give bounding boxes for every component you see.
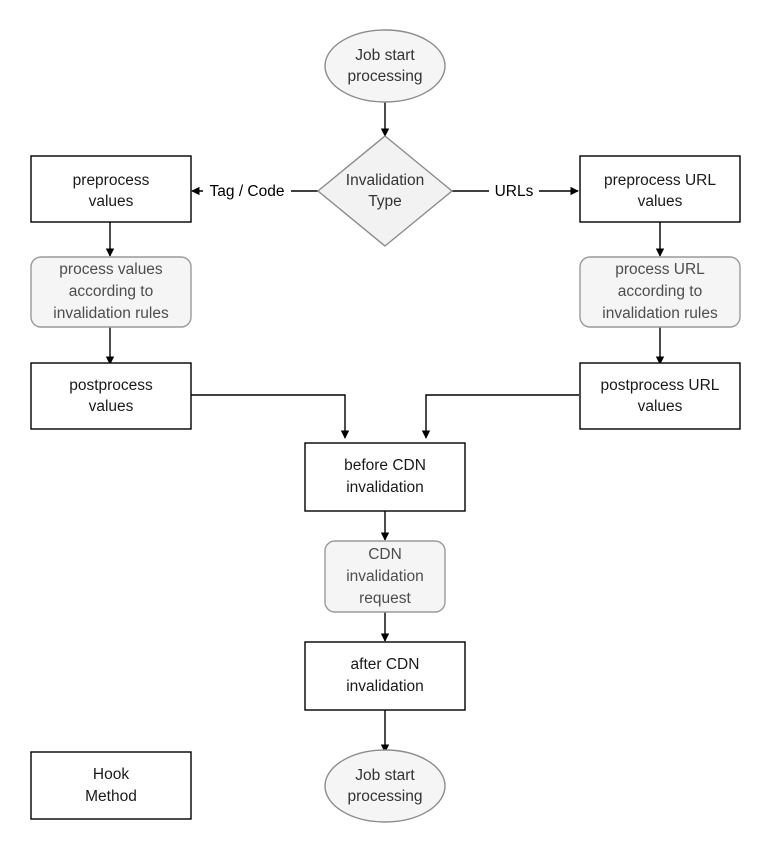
process-url-label-line2: according to <box>618 283 702 300</box>
decision-diamond <box>316 135 454 247</box>
postprocess-values-label-line2: values <box>89 398 134 415</box>
node-preprocess-values[interactable]: preprocess values <box>30 155 192 223</box>
node-process-url-hook[interactable]: process URL according to invalidation ru… <box>579 256 741 328</box>
preprocess-values-label-line2: values <box>89 193 134 210</box>
node-before-cdn-invalidation[interactable]: before CDN invalidation <box>304 442 466 512</box>
start-ellipse <box>324 29 446 103</box>
node-postprocess-values[interactable]: postprocess values <box>30 362 192 430</box>
node-after-cdn-invalidation[interactable]: after CDN invalidation <box>304 641 466 711</box>
edge-label-urls: URLs <box>495 183 534 200</box>
legend-method-label-line2: Method <box>85 788 137 805</box>
cdn-request-label-line2: invalidation <box>346 568 424 585</box>
before-cdn-rect <box>304 442 466 512</box>
node-preprocess-url-values[interactable]: preprocess URL values <box>579 155 741 223</box>
node-postprocess-url-values[interactable]: postprocess URL values <box>579 362 741 430</box>
before-cdn-label-line1: before CDN <box>344 457 426 474</box>
decision-label-line1: Invalidation <box>346 172 424 189</box>
process-values-label-line1: process values <box>59 261 163 278</box>
node-invalidation-type-decision[interactable]: Invalidation Type <box>316 135 454 247</box>
preprocess-values-label-line1: preprocess <box>73 172 150 189</box>
cdn-request-label-line1: CDN <box>368 546 402 563</box>
node-process-values-hook[interactable]: process values according to invalidation… <box>30 256 192 328</box>
start-label-line2: processing <box>348 68 423 85</box>
legend-hook-method: Hook Method <box>30 751 192 820</box>
preprocess-url-values-label-line1: preprocess URL <box>604 172 716 189</box>
after-cdn-label-line1: after CDN <box>351 656 420 673</box>
process-url-label-line1: process URL <box>615 261 705 278</box>
legend-method-label-line1: Hook <box>93 766 129 783</box>
postprocess-url-values-label-line1: postprocess URL <box>601 377 720 394</box>
end-label-line1: Job start <box>355 767 415 784</box>
preprocess-url-values-label-line2: values <box>638 193 683 210</box>
end-ellipse <box>324 749 446 823</box>
postprocess-url-values-label-line2: values <box>638 398 683 415</box>
end-label-line2: processing <box>348 788 423 805</box>
process-url-label-line3: invalidation rules <box>602 305 718 322</box>
postprocess-values-rect <box>30 362 192 430</box>
legend-method-rect <box>30 751 192 820</box>
flowchart-svg: Tag / Code URLs Job start processing Inv… <box>30 29 741 823</box>
after-cdn-rect <box>304 641 466 711</box>
process-values-label-line2: according to <box>69 283 153 300</box>
after-cdn-label-line2: invalidation <box>346 678 424 695</box>
flowchart-canvas: Tag / Code URLs Job start processing Inv… <box>0 0 771 851</box>
edge-postprocess-values-to-before-cdn <box>191 394 350 439</box>
cdn-request-label-line3: request <box>359 590 411 607</box>
node-cdn-invalidation-request-hook[interactable]: CDN invalidation request <box>324 540 446 613</box>
start-label-line1: Job start <box>355 47 415 64</box>
edge-label-tag-code: Tag / Code <box>210 183 285 200</box>
postprocess-values-label-line1: postprocess <box>69 377 153 394</box>
decision-label-line2: Type <box>368 193 402 210</box>
process-values-label-line3: invalidation rules <box>53 305 169 322</box>
node-job-start-processing[interactable]: Job start processing <box>324 29 446 103</box>
before-cdn-label-line2: invalidation <box>346 479 424 496</box>
node-job-end-processing[interactable]: Job start processing <box>324 749 446 823</box>
postprocess-url-values-rect <box>579 362 741 430</box>
edge-postprocess-url-to-before-cdn <box>421 394 579 439</box>
